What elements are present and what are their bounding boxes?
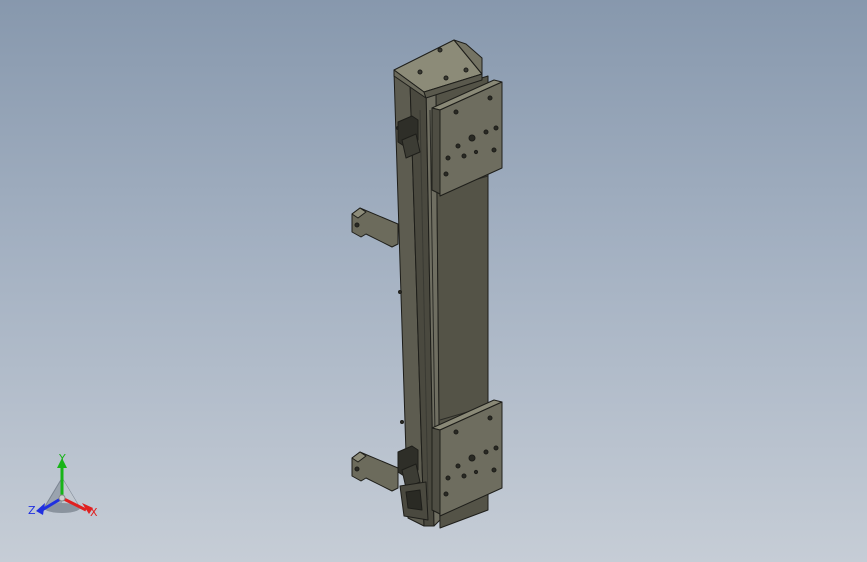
view-triad[interactable]: Y X Z: [28, 452, 98, 519]
bottom-end-block[interactable]: [399, 481, 429, 521]
triad-z-label: Z: [28, 504, 36, 517]
cad-3d-viewport[interactable]: Y X Z: [0, 0, 867, 562]
triad-y-label: Y: [58, 452, 66, 465]
lower-limit-sensor[interactable]: [397, 445, 421, 489]
upper-mount-bracket[interactable]: [351, 207, 399, 248]
lower-mount-bracket[interactable]: [351, 451, 399, 492]
model-canvas[interactable]: Y X Z: [0, 0, 867, 562]
triad-x-label: X: [90, 506, 98, 519]
